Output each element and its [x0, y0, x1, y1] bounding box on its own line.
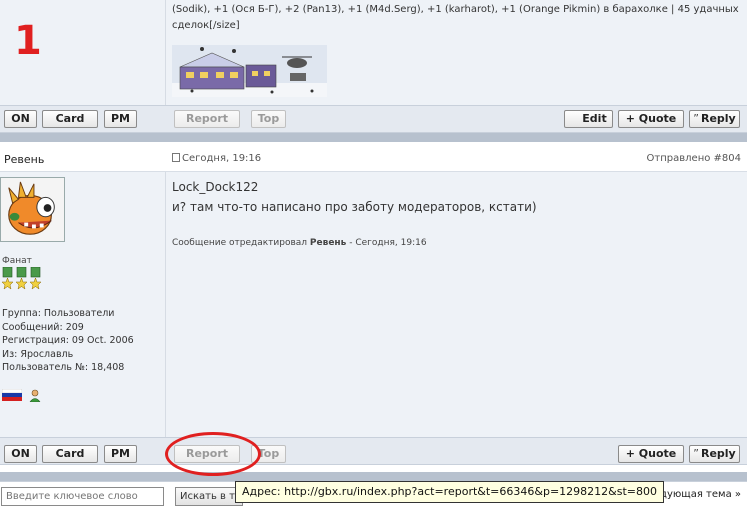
card-button[interactable]: Card	[42, 445, 98, 463]
edit-note: Сообщение отредактировал Ревень - Сегодн…	[172, 238, 427, 248]
user-profile-icon[interactable]	[28, 389, 41, 403]
reply-button-label: Reply	[700, 447, 736, 460]
pm-button[interactable]: PM	[104, 445, 137, 463]
avatar	[0, 177, 65, 242]
russia-flag-icon	[1, 388, 23, 401]
online-status-button[interactable]: ON	[4, 445, 37, 463]
reply-icon: ”	[693, 447, 699, 460]
reply-icon: ”	[693, 112, 699, 125]
reply-button-label: Reply	[700, 112, 736, 125]
pm-button[interactable]: PM	[104, 110, 137, 128]
user-number: Пользователь №: 18,408	[2, 362, 125, 373]
top-button[interactable]: Top	[251, 110, 286, 128]
status-bar-tooltip: Адрес: http://gbx.ru/index.php?act=repor…	[235, 481, 664, 503]
post-date-text: Сегодня, 19:16	[182, 153, 262, 164]
reply-button[interactable]: ” Reply	[689, 110, 740, 128]
user-info: Группа: Пользователи Сообщений: 209 Реги…	[2, 307, 134, 375]
search-in-topic-button[interactable]: Искать в т	[175, 487, 243, 506]
post-header	[0, 145, 747, 172]
post-number-link[interactable]: Отправлено #804	[647, 153, 741, 164]
post-separator	[0, 133, 747, 142]
top-button[interactable]: Top	[251, 445, 286, 463]
report-button[interactable]: Report	[174, 445, 240, 463]
user-from: Из: Ярославль	[2, 348, 74, 360]
post-actions-bar-2: ON Card PM Report Top + Quote ” Reply	[0, 437, 747, 465]
annotation-number: 1	[14, 18, 42, 64]
signature-text: (Sodik), +1 (Ося Б-Г), +2 (Pan13), +1 (M…	[172, 4, 739, 31]
post-author[interactable]: Ревень	[4, 153, 44, 166]
post-separator	[0, 472, 747, 481]
edit-note-suffix: - Сегодня, 19:16	[346, 238, 427, 248]
edit-note-prefix: Сообщение отредактировал	[172, 238, 310, 248]
user-messages: Сообщений: 209	[2, 321, 84, 333]
card-button-label: Card	[55, 447, 85, 460]
quote-button[interactable]: + Quote	[618, 445, 684, 463]
search-input[interactable]	[1, 487, 164, 506]
user-group: Группа: Пользователи	[2, 308, 115, 319]
card-button-label: Card	[55, 112, 85, 125]
report-button[interactable]: Report	[174, 110, 240, 128]
edit-button-label: Edit	[582, 112, 607, 125]
user-rank: Фанат	[2, 256, 32, 266]
quote-author-name: Lock_Dock122	[172, 180, 259, 194]
edit-button[interactable]: Edit	[564, 110, 613, 128]
reply-button[interactable]: ” Reply	[689, 445, 740, 463]
post-message: и? там что-то написано про заботу модера…	[172, 200, 537, 214]
rank-medals-icon	[2, 267, 42, 290]
post-page-icon	[172, 153, 180, 162]
post-date: Сегодня, 19:16	[172, 153, 261, 164]
online-status-button[interactable]: ON	[4, 110, 37, 128]
card-button[interactable]: Card	[42, 110, 98, 128]
signature-image	[172, 45, 327, 97]
user-registration: Регистрация: 09 Oct. 2006	[2, 335, 134, 346]
user-flags	[1, 388, 41, 403]
post-actions-bar-1: ON Card PM Report Top Edit + Quote ” Repl…	[0, 105, 747, 133]
edit-note-author: Ревень	[309, 238, 347, 248]
quote-button[interactable]: + Quote	[618, 110, 684, 128]
